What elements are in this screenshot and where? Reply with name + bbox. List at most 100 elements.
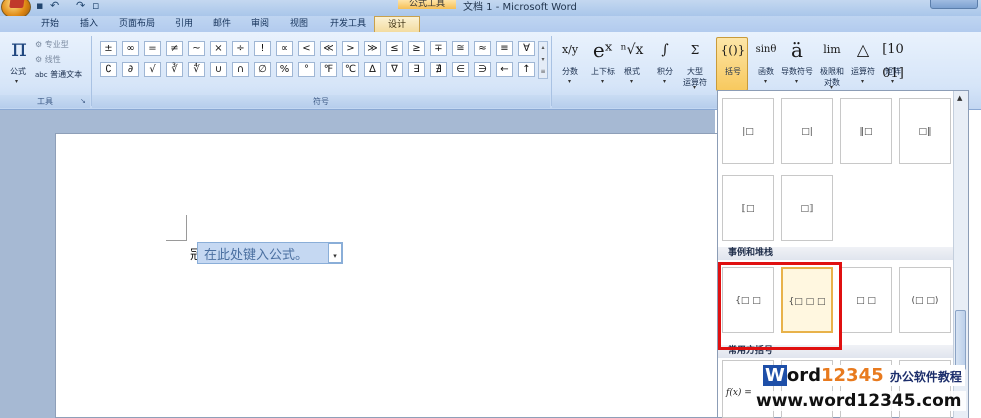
- tab-view[interactable]: 视图: [285, 16, 313, 32]
- document-page[interactable]: [55, 133, 725, 418]
- math-symbol-button[interactable]: ≡: [496, 41, 513, 56]
- tab-insert[interactable]: 插入: [75, 16, 103, 32]
- math-symbol-button[interactable]: ∪: [210, 62, 227, 77]
- structure-icon-9: △: [856, 40, 870, 59]
- math-symbol-button[interactable]: >: [342, 41, 359, 56]
- math-symbol-button[interactable]: <: [298, 41, 315, 56]
- math-symbol-button[interactable]: ∀: [518, 41, 535, 56]
- tab-references[interactable]: 引用: [170, 16, 198, 32]
- linear-button[interactable]: ⚙ 线性: [35, 54, 61, 65]
- tab-review[interactable]: 审阅: [246, 16, 274, 32]
- structure-button-label[interactable]: 大型: [676, 66, 714, 77]
- math-symbol-button[interactable]: ∓: [430, 41, 447, 56]
- equation-placeholder[interactable]: 在此处键入公式。: [204, 244, 308, 263]
- math-symbol-button[interactable]: ÷: [232, 41, 249, 56]
- math-symbol-button[interactable]: ∈: [452, 62, 469, 77]
- tab-developer[interactable]: 开发工具: [326, 16, 370, 32]
- math-symbol-button[interactable]: ~: [188, 41, 205, 56]
- math-symbol-button[interactable]: ∄: [430, 62, 447, 77]
- dropdown-arrow-icon[interactable]: ▾: [764, 78, 767, 85]
- math-symbol-button[interactable]: ≥: [408, 41, 425, 56]
- math-symbol-button[interactable]: ℉: [320, 62, 337, 77]
- window-controls[interactable]: [930, 0, 978, 9]
- structure-icon-8: lim: [823, 43, 841, 56]
- scroll-up-icon[interactable]: ▲: [957, 94, 962, 102]
- math-symbol-button[interactable]: ≈: [474, 41, 491, 56]
- math-symbol-button[interactable]: ∩: [232, 62, 249, 77]
- structure-icon-7: ä: [791, 38, 803, 62]
- math-symbol-button[interactable]: ∞: [122, 41, 139, 56]
- formula-button[interactable]: 公式: [6, 66, 30, 77]
- gallery-item[interactable]: □|: [781, 98, 833, 164]
- math-symbol-button[interactable]: ∜: [188, 62, 205, 77]
- math-symbol-button[interactable]: ←: [496, 62, 513, 77]
- math-symbol-button[interactable]: ∝: [276, 41, 293, 56]
- equation-options-dropdown[interactable]: ▾: [328, 243, 342, 263]
- math-symbol-button[interactable]: √: [144, 62, 161, 77]
- scrollbar-thumb[interactable]: [955, 310, 966, 370]
- math-symbol-button[interactable]: ≫: [364, 41, 381, 56]
- math-symbol-button[interactable]: ℃: [342, 62, 359, 77]
- structure-button-label[interactable]: 导数符号: [778, 66, 816, 77]
- dropdown-arrow-icon[interactable]: ▾: [663, 78, 666, 85]
- print-preview-icon[interactable]: ▫: [92, 0, 99, 12]
- dropdown-arrow-icon[interactable]: ▾: [693, 84, 696, 91]
- math-symbol-button[interactable]: ≠: [166, 41, 183, 56]
- dropdown-arrow-icon[interactable]: ▾: [630, 78, 633, 85]
- crop-mark: [166, 240, 186, 241]
- math-symbol-button[interactable]: ∃: [408, 62, 425, 77]
- tab-mailings[interactable]: 邮件: [208, 16, 236, 32]
- highlight-annotation: [718, 262, 842, 350]
- gallery-item[interactable]: □⟧: [781, 175, 833, 241]
- gallery-item[interactable]: |□: [722, 98, 774, 164]
- formula-dropdown-icon[interactable]: ▾: [15, 78, 18, 85]
- math-symbol-button[interactable]: ∛: [166, 62, 183, 77]
- tools-group-label: 工具: [0, 95, 90, 108]
- math-symbol-button[interactable]: ∇: [386, 62, 403, 77]
- gallery-item[interactable]: (□ □): [899, 267, 951, 333]
- math-symbol-button[interactable]: ∂: [122, 62, 139, 77]
- structure-icon-2: ⁿ√x: [620, 42, 644, 58]
- math-symbol-button[interactable]: °: [298, 62, 315, 77]
- undo-icon[interactable]: ↶: [50, 0, 59, 12]
- math-symbol-button[interactable]: !: [254, 41, 271, 56]
- tab-design[interactable]: 设计: [374, 16, 420, 32]
- structure-button-label[interactable]: 矩阵: [874, 66, 912, 77]
- pi-icon[interactable]: π: [8, 36, 30, 60]
- dropdown-arrow-icon[interactable]: ▾: [568, 78, 571, 85]
- math-symbol-button[interactable]: ×: [210, 41, 227, 56]
- math-symbol-button[interactable]: ≅: [452, 41, 469, 56]
- gallery-item[interactable]: ⟦□: [722, 175, 774, 241]
- math-symbol-button[interactable]: ±: [100, 41, 117, 56]
- section-cases-and-stacks: 事例和堆栈: [718, 247, 953, 260]
- structure-icon-6: sinθ: [755, 44, 777, 55]
- math-symbol-button[interactable]: ∅: [254, 62, 271, 77]
- redo-icon[interactable]: ↷: [76, 0, 85, 12]
- window-title: 文档 1 - Microsoft Word: [463, 2, 577, 13]
- plain-text-button[interactable]: abc 普通文本: [35, 69, 82, 80]
- gallery-item[interactable]: □‖: [899, 98, 951, 164]
- math-symbol-button[interactable]: ∆: [364, 62, 381, 77]
- math-symbol-button[interactable]: =: [144, 41, 161, 56]
- context-tab-group-title: 公式工具: [398, 0, 456, 9]
- dropdown-arrow-icon[interactable]: ▾: [795, 78, 798, 85]
- math-symbol-button[interactable]: ≪: [320, 41, 337, 56]
- symbol-scroll[interactable]: ▴ ▾ ≡: [538, 41, 548, 79]
- professional-button[interactable]: ⚙ 专业型: [35, 39, 69, 50]
- gallery-item[interactable]: □ □: [840, 267, 892, 333]
- tab-home[interactable]: 开始: [36, 16, 64, 32]
- structures-group-label: [552, 95, 717, 108]
- dropdown-arrow-icon[interactable]: ▾: [601, 78, 604, 85]
- math-symbol-button[interactable]: %: [276, 62, 293, 77]
- symbols-group-label: 符号: [92, 95, 550, 108]
- math-symbol-button[interactable]: ∁: [100, 62, 117, 77]
- math-symbol-button[interactable]: ∋: [474, 62, 491, 77]
- gallery-item[interactable]: ‖□: [840, 98, 892, 164]
- tab-page-layout[interactable]: 页面布局: [115, 16, 159, 32]
- math-symbol-button[interactable]: ↑: [518, 62, 535, 77]
- save-icon[interactable]: ▪: [36, 0, 43, 12]
- structure-icon-5: {()}: [720, 43, 746, 57]
- dialog-launcher-icon[interactable]: ↘: [80, 97, 86, 105]
- math-symbol-button[interactable]: ≤: [386, 41, 403, 56]
- dropdown-arrow-icon[interactable]: ▾: [861, 78, 864, 85]
